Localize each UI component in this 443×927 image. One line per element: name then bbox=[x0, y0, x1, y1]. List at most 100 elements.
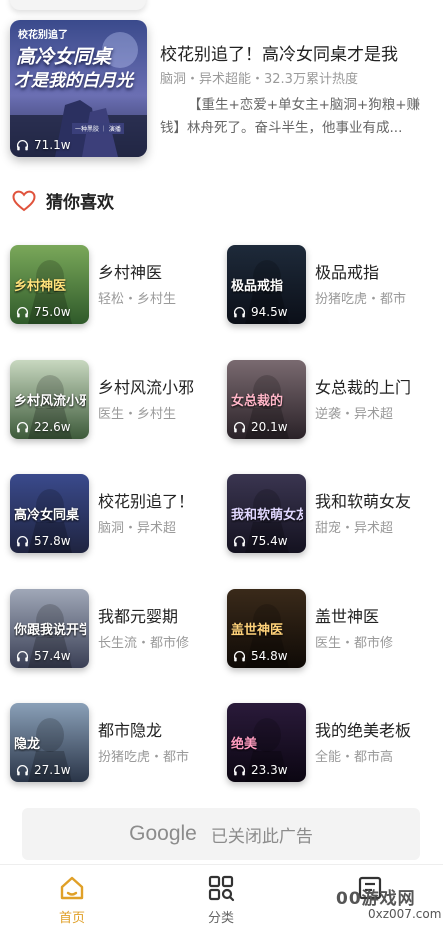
book-title[interactable]: 乡村风流小邪 bbox=[98, 374, 223, 398]
play-count-value: 23.3w bbox=[251, 763, 288, 777]
book-cover-image[interactable]: 你跟我说开学 57.4w bbox=[10, 589, 89, 668]
play-count: 94.5w bbox=[233, 305, 288, 319]
book-title[interactable]: 女总裁的上门 bbox=[315, 374, 440, 398]
category-search-icon bbox=[208, 875, 235, 902]
book-title[interactable]: 都市隐龙 bbox=[98, 717, 223, 741]
cover-art-text: 我和软萌女友 bbox=[231, 508, 303, 523]
cover-art-text: 乡村神医 bbox=[14, 279, 67, 294]
book-cover-image[interactable]: 隐龙 27.1w bbox=[10, 703, 89, 782]
nav-tab-category[interactable]: 分类 bbox=[186, 873, 256, 926]
headphones-icon bbox=[16, 764, 29, 775]
headphones-icon bbox=[233, 306, 246, 317]
book-title[interactable]: 我的绝美老板 bbox=[315, 717, 440, 741]
book-item[interactable]: 高冷女同桌 57.8w 校花别追了！ 脑洞・异术超 bbox=[10, 474, 220, 556]
book-item[interactable]: 乡村风流小邪医 22.6w 乡村风流小邪医生・乡村生 bbox=[10, 360, 220, 442]
book-cover-image[interactable]: 女总裁的 20.1w bbox=[227, 360, 306, 439]
book-meta: 医生・乡村生 bbox=[98, 407, 177, 422]
play-count: 22.6w bbox=[16, 420, 71, 434]
play-count-value: 57.4w bbox=[34, 649, 71, 663]
book-cover-image[interactable]: 乡村风流小邪医 22.6w bbox=[10, 360, 89, 439]
book-meta: 逆袭・异术超 bbox=[315, 407, 394, 422]
featured-cover-image[interactable]: 校花别追了 高冷女同桌 才是我的白月光 一种黑胶 ｜ 演播 71.1w bbox=[10, 20, 147, 157]
book-cover-image[interactable]: 我和软萌女友 75.4w bbox=[227, 474, 306, 553]
play-count-value: 71.1w bbox=[34, 138, 71, 152]
play-count: 27.1w bbox=[16, 763, 71, 777]
book-cover-image[interactable]: 绝美 23.3w bbox=[227, 703, 306, 782]
ad-closed-text: 已关闭此广告 bbox=[210, 826, 313, 847]
book-meta: 甜宠・异术超 bbox=[315, 521, 394, 536]
book-title[interactable]: 我和软萌女友 bbox=[315, 488, 440, 512]
headphones-icon bbox=[233, 764, 246, 775]
book-meta: 医生・都市修 bbox=[315, 636, 394, 651]
headphones-icon bbox=[16, 139, 29, 150]
cover-art-text: 乡村风流小邪医 bbox=[14, 394, 86, 409]
book-item[interactable]: 女总裁的 20.1w 女总裁的上门逆袭・异术超 bbox=[227, 360, 437, 442]
heart-outline-icon bbox=[12, 190, 36, 211]
nav-label-category: 分类 bbox=[207, 911, 234, 926]
play-count-value: 57.8w bbox=[34, 534, 71, 548]
book-title[interactable]: 极品戒指 bbox=[315, 259, 440, 283]
section-title: 猜你喜欢 bbox=[46, 193, 114, 213]
book-cover-image[interactable]: 极品戒指 94.5w bbox=[227, 245, 306, 324]
book-meta: 扮猪吃虎・都市 bbox=[315, 292, 407, 307]
cover-art-text: 绝美 bbox=[231, 737, 258, 752]
book-item[interactable]: 极品戒指 94.5w 极品戒指扮猪吃虎・都市 bbox=[227, 245, 437, 327]
featured-book-card[interactable]: 校花别追了 高冷女同桌 才是我的白月光 一种黑胶 ｜ 演播 71.1w 校花别追… bbox=[10, 20, 433, 160]
play-count-value: 75.4w bbox=[251, 534, 288, 548]
book-cover-image[interactable]: 高冷女同桌 57.8w bbox=[10, 474, 89, 553]
book-title[interactable]: 我都元婴期 bbox=[98, 603, 223, 627]
nav-label-home: 首页 bbox=[58, 911, 85, 926]
watermark-top: 00游戏网 bbox=[336, 889, 416, 909]
book-item[interactable]: 你跟我说开学 57.4w 我都元婴期长生流・都市修 bbox=[10, 589, 220, 671]
google-logo: Google bbox=[129, 822, 197, 845]
previous-item-edge bbox=[0, 0, 443, 12]
cover-art-text: 盖世神医 bbox=[231, 623, 284, 638]
section-header: 猜你喜欢 bbox=[12, 188, 114, 213]
book-title[interactable]: 校花别追了！ bbox=[98, 488, 223, 512]
watermark-bottom: 0xz007.com bbox=[368, 907, 442, 921]
book-meta: 轻松・乡村生 bbox=[98, 292, 177, 307]
cover-line2: 才是我的白月光 bbox=[14, 71, 133, 91]
book-item[interactable]: 乡村神医 75.0w 乡村神医轻松・乡村生 bbox=[10, 245, 220, 327]
book-item[interactable]: 盖世神医 54.8w 盖世神医医生・都市修 bbox=[227, 589, 437, 671]
headphones-icon bbox=[16, 650, 29, 661]
play-count: 75.4w bbox=[233, 534, 288, 548]
home-icon bbox=[60, 876, 84, 900]
featured-description: 【重生+恋爱+单女主+脑洞+狗粮+赚钱】林舟死了。奋斗半生，他事业有成... bbox=[160, 97, 421, 136]
play-count-value: 22.6w bbox=[34, 420, 71, 434]
book-cover-image[interactable]: 盖世神医 54.8w bbox=[227, 589, 306, 668]
book-meta: 扮猪吃虎・都市 bbox=[98, 750, 190, 765]
cover-art-text: 你跟我说开学 bbox=[14, 623, 86, 638]
play-count: 57.8w bbox=[16, 534, 71, 548]
featured-title[interactable]: 校花别追了！高冷女同桌才是我 bbox=[160, 40, 435, 65]
book-item[interactable]: 绝美 23.3w 我的绝美老板 全能・都市高 bbox=[227, 703, 437, 785]
play-count: 54.8w bbox=[233, 649, 288, 663]
cover-art-text: 隐龙 bbox=[14, 737, 41, 752]
book-item[interactable]: 隐龙 27.1w 都市隐龙扮猪吃虎・都市 bbox=[10, 703, 220, 785]
play-count: 75.0w bbox=[16, 305, 71, 319]
nav-tab-home[interactable]: 首页 bbox=[37, 873, 107, 926]
cover-author: 一种黑胶 ｜ 演播 bbox=[72, 123, 124, 134]
cover-art-text: 高冷女同桌 bbox=[14, 508, 80, 523]
play-count-value: 75.0w bbox=[34, 305, 71, 319]
play-count: 20.1w bbox=[233, 420, 288, 434]
book-meta: 长生流・都市修 bbox=[98, 636, 190, 651]
featured-meta: 脑洞・异术超能・32.3万累计热度 bbox=[160, 72, 358, 87]
book-title[interactable]: 盖世神医 bbox=[315, 603, 440, 627]
headphones-icon bbox=[16, 421, 29, 432]
book-meta: 脑洞・异术超 bbox=[98, 521, 177, 536]
closed-ad-banner: Google 已关闭此广告 bbox=[22, 808, 420, 860]
book-item[interactable]: 我和软萌女友 75.4w 我和软萌女友 甜宠・异术超 bbox=[227, 474, 437, 556]
play-count-value: 54.8w bbox=[251, 649, 288, 663]
book-title[interactable]: 乡村神医 bbox=[98, 259, 223, 283]
play-count-value: 94.5w bbox=[251, 305, 288, 319]
cover-line1: 高冷女同桌 bbox=[16, 46, 112, 68]
book-cover-image[interactable]: 乡村神医 75.0w bbox=[10, 245, 89, 324]
headphones-icon bbox=[233, 650, 246, 661]
play-count: 57.4w bbox=[16, 649, 71, 663]
cover-art-text: 女总裁的 bbox=[231, 394, 284, 409]
headphones-icon bbox=[16, 535, 29, 546]
play-count: 23.3w bbox=[233, 763, 288, 777]
headphones-icon bbox=[16, 306, 29, 317]
cover-tag: 校花别追了 bbox=[18, 30, 68, 41]
